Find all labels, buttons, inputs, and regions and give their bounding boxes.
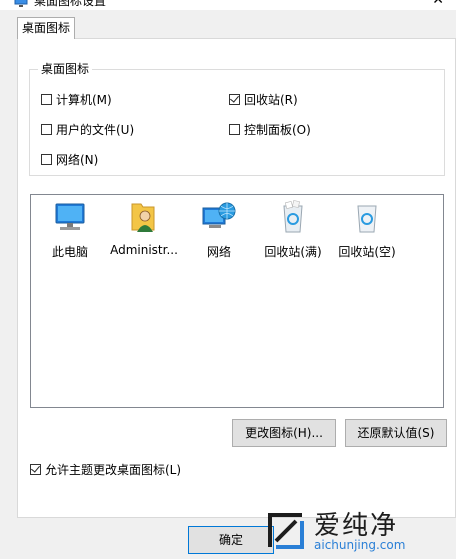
restore-default-button[interactable]: 还原默认值(S) — [345, 419, 447, 447]
computer-icon — [55, 203, 85, 230]
checkbox-control-panel-label: 控制面板(O) — [244, 123, 311, 137]
recycle-bin-empty-icon — [357, 205, 377, 233]
checkbox-recycle-bin-label: 回收站(R) — [244, 93, 298, 107]
icon-label-admin: Administr... — [110, 243, 178, 257]
change-icon-button[interactable]: 更改图标(H)... — [232, 419, 336, 447]
icon-label-this-pc: 此电脑 — [51, 245, 88, 259]
group-legend: 桌面图标 — [38, 61, 93, 77]
watermark-logo-icon — [268, 513, 304, 549]
icon-item-recycle-full[interactable]: 回收站(满) — [257, 200, 329, 260]
checkbox-allow-theme[interactable]: 允许主题更改桌面图标(L) — [30, 461, 181, 478]
close-icon[interactable]: ✕ — [432, 0, 444, 8]
title-bar: 桌面图标设置 ✕ — [0, 0, 456, 10]
icon-list[interactable]: 此电脑 Administr... 网络 回收站(满) 回收站(空) — [30, 194, 444, 408]
icon-item-network[interactable]: 网络 — [183, 200, 255, 260]
checkbox-network[interactable]: 网络(N) — [41, 151, 98, 168]
user-folder-icon — [131, 203, 155, 232]
icon-label-network: 网络 — [206, 245, 231, 259]
recycle-bin-full-icon — [283, 200, 303, 233]
checkbox-user-files-box[interactable] — [41, 124, 52, 135]
network-icon — [202, 202, 236, 228]
checkbox-allow-theme-label: 允许主题更改桌面图标(L) — [45, 463, 182, 477]
checkbox-network-label: 网络(N) — [56, 153, 99, 167]
watermark-text: 爱纯净 — [314, 511, 399, 541]
icon-label-recycle-empty: 回收站(空) — [338, 245, 396, 259]
watermark: 爱纯净 aichunjing.com — [256, 503, 456, 559]
desktop-settings-icon — [14, 0, 28, 7]
icon-item-recycle-empty[interactable]: 回收站(空) — [331, 200, 403, 260]
checkbox-recycle-bin[interactable]: 回收站(R) — [229, 91, 298, 108]
checkbox-control-panel-box[interactable] — [229, 124, 240, 135]
icon-item-this-pc[interactable]: 此电脑 — [34, 200, 106, 260]
window-title: 桌面图标设置 — [34, 0, 107, 8]
watermark-url: aichunjing.com — [314, 538, 406, 552]
checkbox-control-panel[interactable]: 控制面板(O) — [229, 121, 311, 138]
icon-item-admin[interactable]: Administr... — [108, 200, 180, 257]
checkbox-user-files-label: 用户的文件(U) — [56, 123, 135, 137]
checkbox-recycle-bin-box[interactable] — [229, 94, 240, 105]
checkbox-user-files[interactable]: 用户的文件(U) — [41, 121, 134, 138]
checkbox-computer-box[interactable] — [41, 94, 52, 105]
checkbox-network-box[interactable] — [41, 154, 52, 165]
checkbox-allow-theme-box[interactable] — [30, 464, 41, 475]
checkbox-computer-label: 计算机(M) — [56, 93, 112, 107]
checkbox-computer[interactable]: 计算机(M) — [41, 91, 112, 108]
icon-label-recycle-full: 回收站(满) — [264, 245, 322, 259]
tab-desktop-icons[interactable]: 桌面图标 — [17, 17, 75, 39]
